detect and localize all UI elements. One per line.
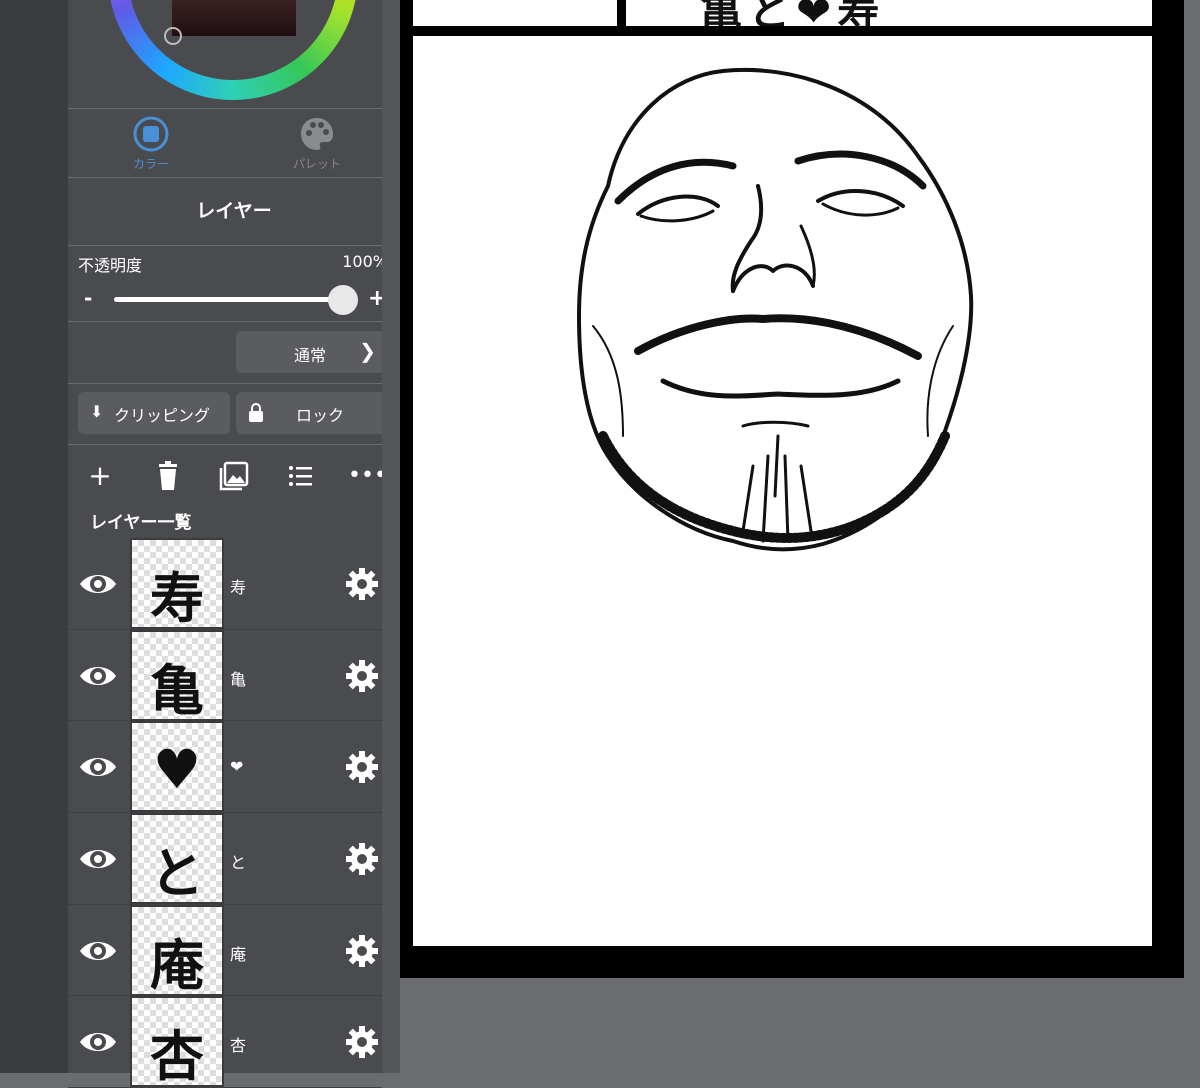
layer-row[interactable]: 庵 庵 [68,904,382,997]
comic-panel-main[interactable] [413,36,1152,946]
lock-button[interactable]: ロック [236,392,388,434]
trash-icon[interactable] [150,458,186,494]
layer-list: 寿 寿 亀 亀 ♥ ❤ と と 庵 庵 杏 杏 [68,538,382,1088]
side-panel: カラー パレット レイヤー 不透明度 100% - + 通常 ❯ ⬇ クリッピン… [68,0,400,1088]
opacity-label: 不透明度 [78,256,143,275]
layer-row[interactable]: 寿 寿 [68,538,382,630]
left-toolbar-strip [0,0,68,1073]
eye-icon[interactable] [78,839,118,879]
layer-list-title: レイヤー一覧 [90,513,192,533]
more-icon[interactable]: ••• [348,458,387,494]
saturation-square[interactable] [172,0,296,36]
layer-thumbnail: 杏 [130,996,224,1088]
eye-icon[interactable] [78,656,118,696]
canvas-top-text: 亀と❤寿 [700,0,886,26]
layer-name: 亀 [230,669,247,689]
layer-thumbnail: 亀 [130,629,224,721]
gear-icon[interactable] [344,749,380,785]
layer-toolbar: + ••• [68,456,400,496]
list-icon[interactable] [282,458,318,494]
gear-icon[interactable] [344,658,380,694]
gear-icon[interactable] [344,933,380,969]
layer-thumbnail: 寿 [130,538,224,629]
eye-icon[interactable] [78,564,118,604]
layer-thumbnail: ♥ [130,721,224,813]
gear-icon[interactable] [344,841,380,877]
face-sketch [577,67,974,552]
panel-edge [382,0,400,1073]
layer-panel-title: レイヤー [196,200,272,222]
layer-thumbnail: と [130,813,224,905]
add-layer-icon[interactable]: + [82,458,118,494]
tab-color[interactable]: カラー [68,115,234,177]
layer-row[interactable]: ♥ ❤ [68,721,382,814]
color-wheel[interactable] [68,0,400,108]
lock-icon [249,403,263,422]
eye-icon[interactable] [78,1022,118,1062]
blend-mode-button[interactable]: 通常 ❯ [236,331,388,373]
color-tabs: カラー パレット [68,109,400,177]
comic-panel-top-left [413,0,617,26]
tab-palette[interactable]: パレット [234,115,400,177]
layer-name: ❤ [230,757,244,777]
layer-thumbnail: 庵 [130,904,224,996]
opacity-decrease-button[interactable]: - [84,286,92,310]
layer-name: と [230,853,247,873]
layer-row[interactable]: 亀 亀 [68,629,382,722]
hue-knob[interactable] [164,27,182,45]
clipping-arrow-icon: ⬇ [90,402,104,421]
opacity-slider-track[interactable] [114,297,346,302]
comic-panel-top-right: 亀と❤寿 [626,0,1152,26]
eye-icon[interactable] [78,931,118,971]
layer-name: 庵 [230,944,247,964]
color-icon [133,116,169,152]
layer-row[interactable]: と と [68,813,382,905]
layer-name: 寿 [230,578,247,597]
layer-row[interactable]: 杏 杏 [68,996,382,1088]
image-layer-icon[interactable] [216,458,252,494]
gear-icon[interactable] [344,566,380,602]
palette-icon [301,118,333,150]
gear-icon[interactable] [344,1024,380,1060]
chevron-right-icon: ❯ [359,339,376,363]
layer-name: 杏 [230,1036,247,1056]
blend-mode-label: 通常 [294,346,327,365]
eye-icon[interactable] [78,747,118,787]
opacity-slider-thumb[interactable] [328,285,358,315]
clipping-button[interactable]: ⬇ クリッピング [78,392,230,434]
